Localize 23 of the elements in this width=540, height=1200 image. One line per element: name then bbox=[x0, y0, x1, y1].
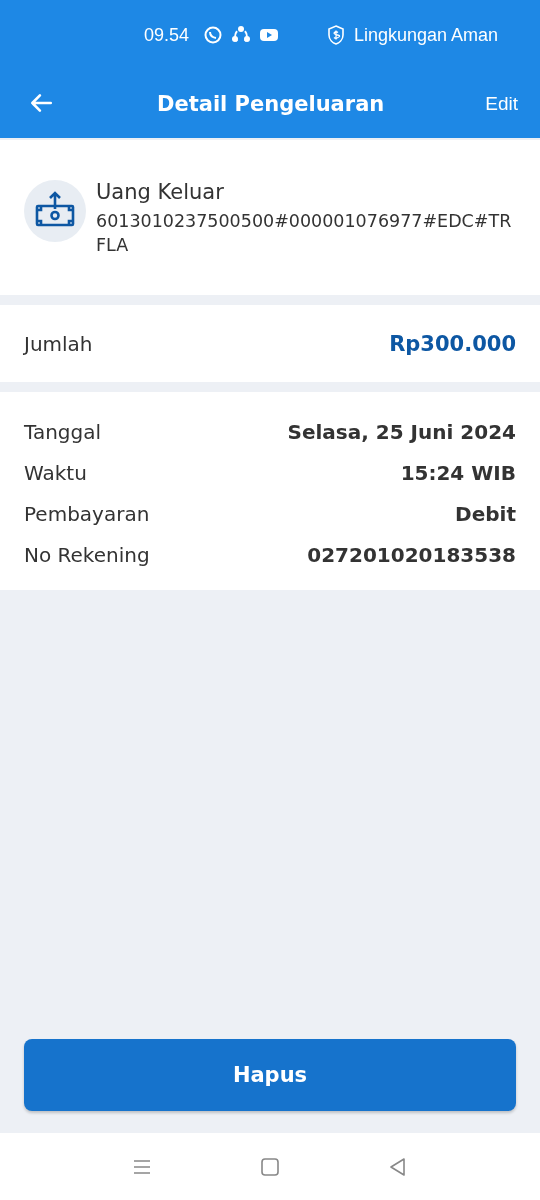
security-status: Lingkungan Aman bbox=[353, 24, 498, 46]
back-icon[interactable] bbox=[388, 1156, 408, 1177]
detail-value: Selasa, 25 Juni 2024 bbox=[287, 419, 516, 444]
detail-label: No Rekening bbox=[24, 542, 150, 567]
detail-label: Tanggal bbox=[24, 419, 102, 444]
detail-label: Waktu bbox=[24, 460, 87, 485]
page-title: Detail Pengeluaran bbox=[156, 92, 386, 116]
chat-bubble-icon bbox=[203, 25, 224, 45]
transaction-description: 6013010237500500#000001076977#EDC#TRFLA bbox=[96, 210, 513, 257]
detail-value: 027201020183538 bbox=[307, 542, 516, 567]
detail-label: Pembayaran bbox=[24, 501, 150, 526]
edit-button[interactable]: Edit bbox=[485, 93, 518, 115]
detail-value: 15:24 WIB bbox=[400, 460, 516, 485]
category-title: Uang Keluar bbox=[96, 180, 225, 204]
home-icon[interactable] bbox=[260, 1156, 280, 1177]
shield-icon bbox=[325, 25, 346, 45]
amount-value: Rp300.000 bbox=[389, 331, 516, 356]
money-out-icon bbox=[24, 180, 86, 242]
status-time: 09.54 bbox=[144, 24, 190, 46]
delete-button[interactable]: Hapus bbox=[24, 1039, 516, 1111]
amount-label: Jumlah bbox=[24, 331, 93, 356]
share-nodes-icon bbox=[231, 25, 252, 45]
detail-value: Debit bbox=[455, 501, 516, 526]
